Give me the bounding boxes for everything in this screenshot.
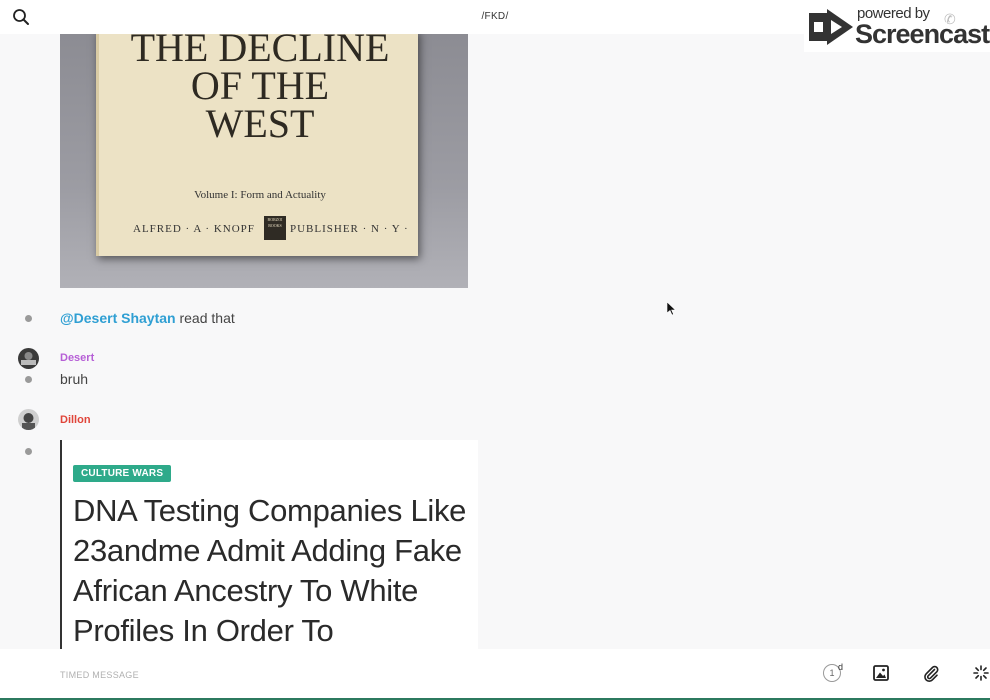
watermark-brand: Screencastify bbox=[855, 19, 990, 49]
message-input[interactable] bbox=[60, 666, 560, 684]
composer-bar bbox=[0, 649, 990, 700]
user-mention[interactable]: @Desert Shaytan bbox=[60, 310, 176, 326]
book-title-line-2: OF THE bbox=[190, 63, 330, 108]
borzoi-text: BORZOI BOOKS bbox=[267, 217, 283, 228]
phone-icon: ✆ bbox=[944, 11, 956, 27]
book-publisher-right: PUBLISHER · N · Y · bbox=[290, 223, 409, 235]
message-dot bbox=[25, 448, 32, 455]
message-text: @Desert Shaytan read that bbox=[60, 310, 235, 326]
spinner-icon[interactable] bbox=[972, 664, 990, 684]
book-image-attachment[interactable]: THE DECLINE OF THE WEST Volume I: Form a… bbox=[60, 34, 468, 288]
chat-screen: /FKD/ powered by Screencastify ✆ THE DEC… bbox=[0, 0, 990, 700]
book-publisher-left: ALFRED · A · KNOPF bbox=[133, 223, 255, 235]
message-dot bbox=[25, 376, 32, 383]
mouse-cursor-icon bbox=[666, 301, 677, 321]
image-icon[interactable] bbox=[872, 664, 892, 684]
sender-name[interactable]: Desert bbox=[60, 352, 94, 364]
sender-name[interactable]: Dillon bbox=[60, 414, 91, 426]
book-cover: THE DECLINE OF THE WEST Volume I: Form a… bbox=[96, 34, 418, 256]
screencastify-watermark: powered by Screencastify ✆ bbox=[804, 2, 990, 52]
message-body: read that bbox=[175, 310, 235, 326]
message-dot bbox=[25, 315, 32, 322]
paperclip-icon[interactable] bbox=[922, 664, 942, 684]
book-title-line-3: WEST bbox=[205, 101, 315, 146]
book-volume: Volume I: Form and Actuality bbox=[194, 189, 326, 201]
category-tag: CULTURE WARS bbox=[73, 465, 172, 482]
borzoi-logo: BORZOI BOOKS bbox=[264, 216, 286, 240]
avatar[interactable] bbox=[18, 409, 39, 430]
link-preview-image[interactable]: CULTURE WARS DNA Testing Companies Like … bbox=[60, 440, 478, 652]
screencastify-logo-icon bbox=[809, 9, 853, 50]
article-headline: DNA Testing Companies Like 23andme Admit… bbox=[73, 493, 467, 648]
timer-unit: d bbox=[838, 662, 844, 672]
avatar[interactable] bbox=[18, 348, 39, 369]
message-text: bruh bbox=[60, 371, 89, 387]
